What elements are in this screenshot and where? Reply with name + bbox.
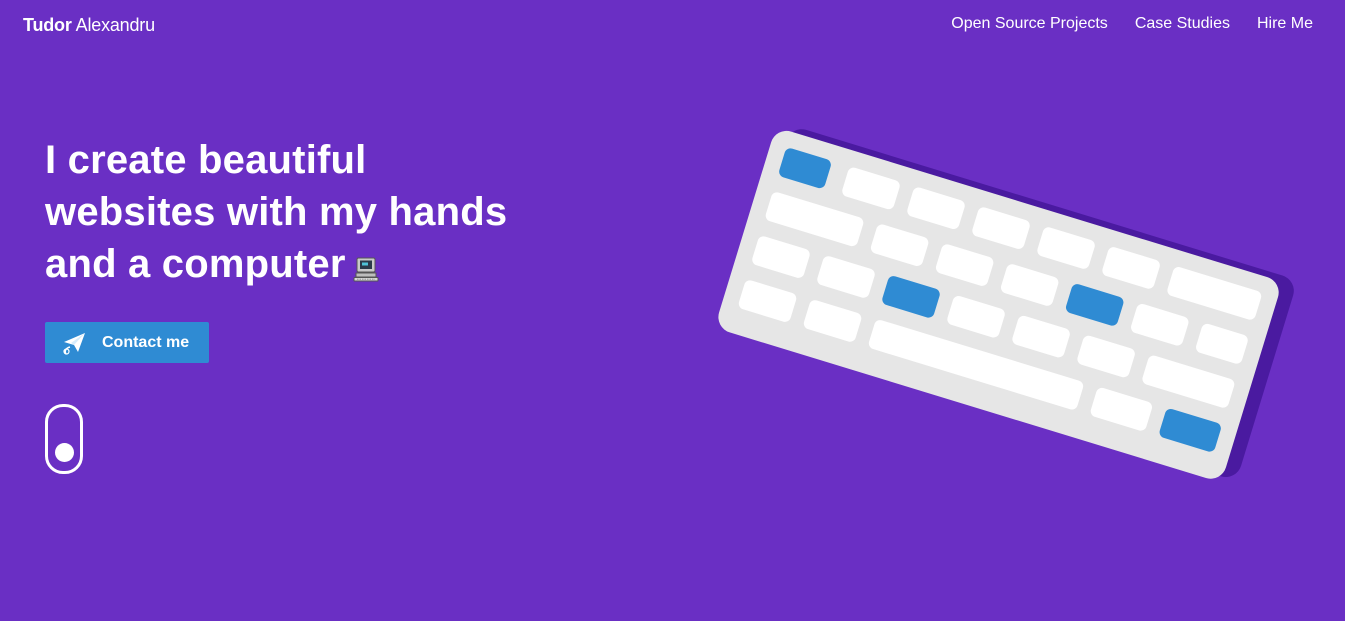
headline-line-2: websites with my hands xyxy=(45,190,508,234)
hero-headline: I create beautiful websites with my hand… xyxy=(45,134,565,296)
paper-plane-icon xyxy=(61,330,87,356)
brand-last-name: Alexandru xyxy=(75,15,155,35)
keyboard-illustration xyxy=(700,115,1300,485)
keyboard-svg xyxy=(718,129,1294,479)
headline-line-1: I create beautiful xyxy=(45,138,367,182)
desktop-computer-icon xyxy=(352,244,380,296)
headline-line-3-text: and a computer xyxy=(45,242,346,286)
scroll-down-indicator[interactable] xyxy=(45,404,83,474)
nav-link-open-source-projects[interactable]: Open Source Projects xyxy=(951,13,1108,35)
nav-link-hire-me[interactable]: Hire Me xyxy=(1257,13,1313,35)
brand-first-name: Tudor xyxy=(23,15,72,35)
nav-link-case-studies[interactable]: Case Studies xyxy=(1135,13,1230,35)
scroll-indicator-dot xyxy=(55,443,74,462)
main-nav: Open Source Projects Case Studies Hire M… xyxy=(951,13,1313,35)
headline-line-3: and a computer xyxy=(45,238,565,296)
brand-logo[interactable]: Tudor Alexandru xyxy=(23,13,155,37)
contact-me-label: Contact me xyxy=(102,333,190,351)
contact-me-button[interactable]: Contact me xyxy=(45,322,209,363)
